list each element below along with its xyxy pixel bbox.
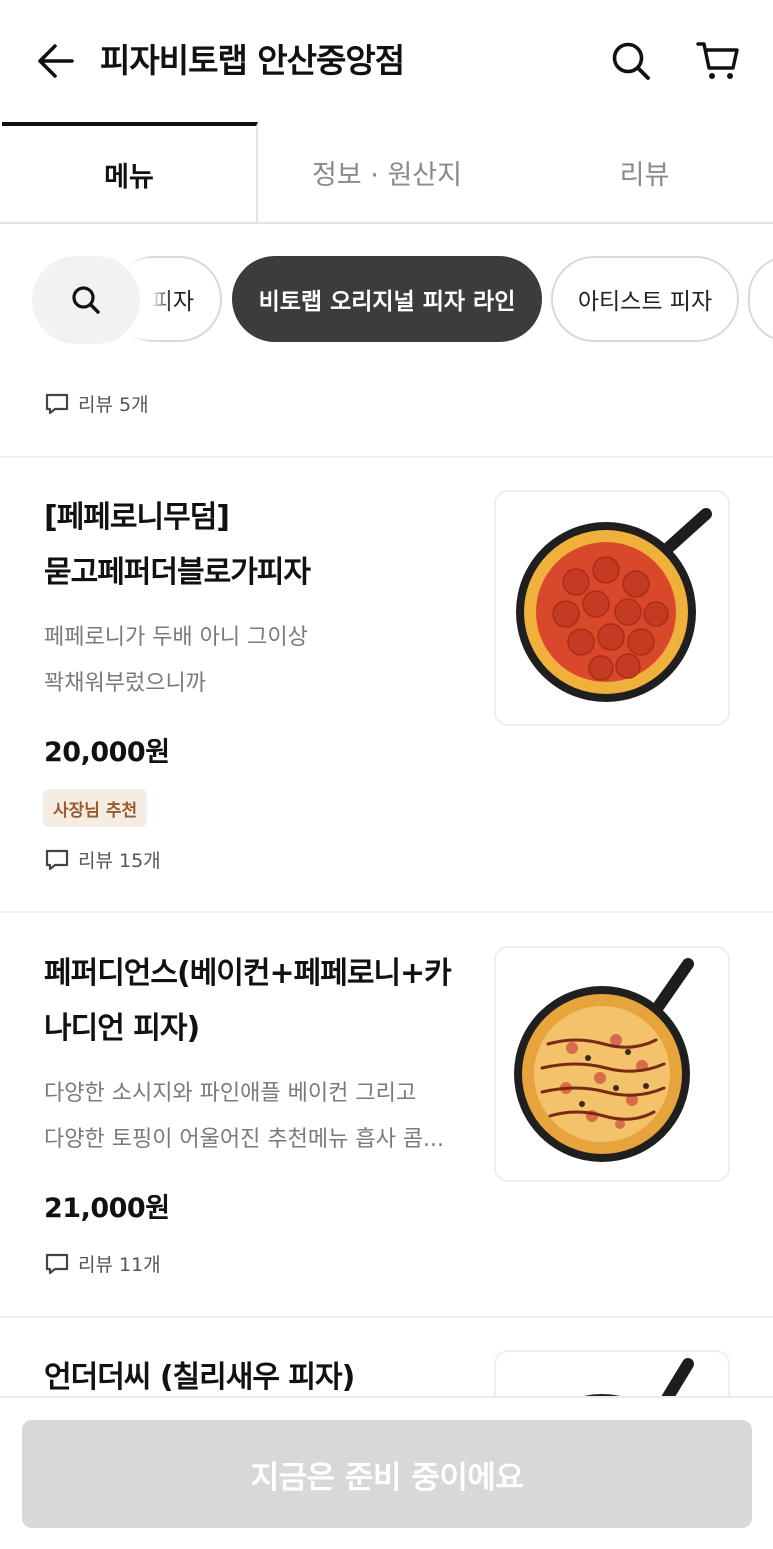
app-header: 피자비토랩 안산중앙점 xyxy=(0,0,773,122)
category-chip-label: 비토랩 오리지널 피자 라인 xyxy=(258,289,516,315)
menu-search-button[interactable] xyxy=(32,256,140,344)
tab-menu[interactable]: 메뉴 xyxy=(2,122,258,222)
review-count-text: 리뷰 5개 xyxy=(78,394,149,416)
pepperoni-pizza-image xyxy=(516,508,712,702)
comment-icon xyxy=(45,1253,69,1274)
divider xyxy=(0,1316,773,1318)
divider xyxy=(0,456,773,458)
search-icon xyxy=(612,42,650,80)
search-icon xyxy=(72,286,100,314)
category-chip-row[interactable]: 피자 비토랩 오리지널 피자 라인 아티스트 피자 xyxy=(0,224,773,374)
category-chip-active[interactable]: 비토랩 오리지널 피자 라인 xyxy=(232,256,542,342)
store-tabs: 메뉴 정보 · 원산지 리뷰 xyxy=(0,122,773,224)
review-count-text: 리뷰 11개 xyxy=(78,1254,161,1276)
cart-icon xyxy=(696,42,739,79)
menu-item-price: 20,000원 xyxy=(44,737,170,768)
owner-recommend-badge: 사장님 추천 xyxy=(43,789,148,827)
search-button[interactable] xyxy=(604,36,658,86)
review-count[interactable]: 리뷰 11개 xyxy=(44,1250,161,1277)
menu-item-description: 다양한 소시지와 파인애플 베이컨 그리고 다양한 토핑이 어울어진 추천메뉴 … xyxy=(44,1081,445,1152)
back-button[interactable] xyxy=(30,38,80,84)
review-count[interactable]: 리뷰 5개 xyxy=(44,390,149,417)
page-title: 피자비토랩 안산중앙점 xyxy=(100,41,405,80)
category-chip[interactable]: 아티스트 피자 xyxy=(551,256,739,342)
store-menu-page: 피자비토랩 안산중앙점 메뉴 정보 · 원산지 리뷰 피자 비토랩 오리지널 피… xyxy=(0,0,773,1549)
category-chip[interactable] xyxy=(748,256,773,342)
menu-item-description: 페페로니가 두배 아니 그이상 꽉채워부렀으니까 xyxy=(44,625,308,696)
divider xyxy=(0,911,773,913)
menu-item-name: 페퍼디언스(베이컨+페페로니+카 나디언 피자) xyxy=(44,956,452,1046)
tab-info-origin[interactable]: 정보 · 원산지 xyxy=(258,122,516,222)
menu-item-image[interactable] xyxy=(494,490,730,726)
arrow-left-icon xyxy=(38,44,74,78)
review-count[interactable]: 리뷰 15개 xyxy=(44,846,161,873)
category-chip-label: 아티스트 피자 xyxy=(577,289,713,315)
review-count-text: 리뷰 15개 xyxy=(78,850,161,872)
preparing-order-button[interactable]: 지금은 준비 중이에요 xyxy=(22,1420,752,1528)
menu-item-price: 21,000원 xyxy=(44,1193,170,1224)
menu-item-image[interactable] xyxy=(494,946,730,1182)
menu-item-name: [페페로니무덤] 묻고페퍼더블로가피자 xyxy=(44,500,311,590)
category-chip-label: 피자 xyxy=(151,289,194,315)
tab-reviews[interactable]: 리뷰 xyxy=(516,122,773,222)
comment-icon xyxy=(45,849,69,870)
bottom-action-bar: 지금은 준비 중이에요 xyxy=(0,1396,773,1549)
cart-button[interactable] xyxy=(690,36,746,86)
comment-icon xyxy=(45,393,69,414)
combination-pizza-image xyxy=(514,958,694,1162)
